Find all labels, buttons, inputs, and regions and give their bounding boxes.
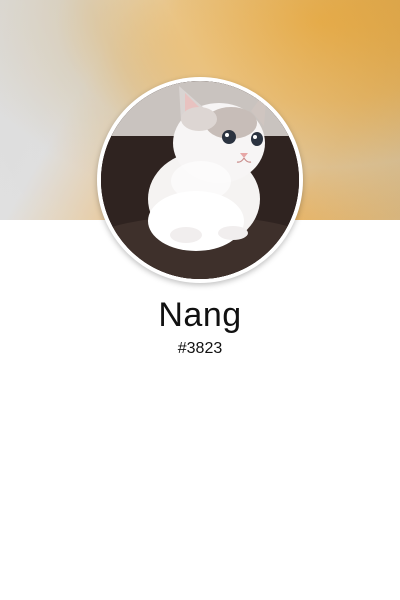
avatar-image [101,81,299,279]
kitten-icon [101,81,299,279]
profile-name: Nang [158,296,242,334]
profile-page: Nang #3823 [0,0,400,600]
avatar[interactable] [97,77,303,283]
profile-tag: #3823 [177,340,223,357]
